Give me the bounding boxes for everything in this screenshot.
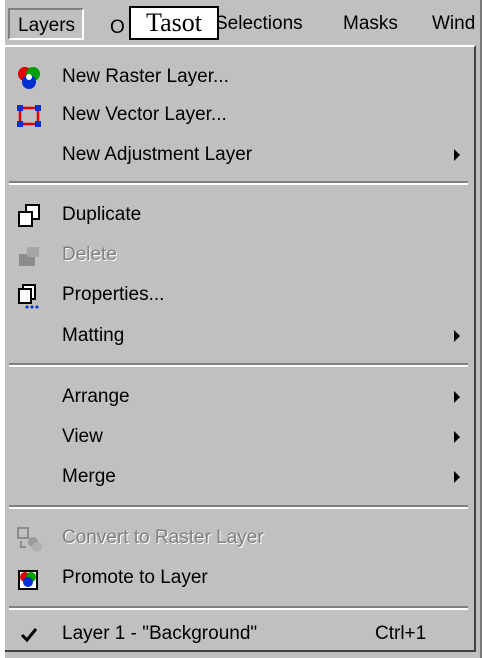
duplicate-icon (18, 204, 40, 227)
menu-item-new-vector-layer[interactable]: New Vector Layer... (5, 97, 470, 135)
menu-item-label: Properties... (62, 284, 165, 305)
menu-item-view[interactable]: View (5, 419, 470, 457)
app-window: Layers O Selections Masks Wind Tasot New… (0, 0, 482, 658)
menu-masks[interactable]: Masks (343, 10, 398, 38)
checkmark-icon (20, 628, 38, 643)
delete-icon (19, 247, 39, 266)
menu-item-label: Duplicate (62, 204, 142, 225)
tooltip: Tasot (129, 6, 219, 40)
layers-dropdown-menu: New Raster Layer... New Vector Layer... … (5, 45, 476, 652)
separator (9, 606, 468, 610)
menu-item-label: New Raster Layer... (62, 66, 229, 87)
menu-item-promote-to-layer[interactable]: Promote to Layer (5, 560, 470, 598)
menu-item-convert-to-raster-layer[interactable]: Convert to Raster Layer (5, 520, 470, 558)
submenu-arrow-icon (454, 391, 460, 403)
menu-item-label: Layer 1 - "Background" (62, 623, 258, 644)
vector-layer-icon (17, 105, 41, 127)
menu-item-delete[interactable]: Delete (5, 237, 470, 275)
menu-item-new-adjustment-layer[interactable]: New Adjustment Layer (5, 137, 470, 175)
menu-masks-label: Masks (343, 13, 398, 34)
menu-selections[interactable]: Selections (215, 10, 303, 38)
menu-item-label: Arrange (62, 386, 130, 407)
menu-selections-label: Selections (215, 13, 303, 34)
menu-item-layer-1-background[interactable]: Layer 1 - "Background" Ctrl+1 (5, 616, 470, 654)
shortcut-label: Ctrl+1 (375, 623, 427, 644)
menu-item-label: New Vector Layer... (62, 104, 227, 125)
raster-layer-icon (18, 67, 40, 89)
properties-icon (18, 284, 39, 309)
menu-layers[interactable]: Layers (8, 8, 85, 40)
submenu-arrow-icon (454, 330, 460, 342)
promote-icon (18, 570, 38, 590)
menu-partial[interactable]: O (110, 14, 125, 42)
menu-window[interactable]: Wind (432, 10, 475, 38)
separator (9, 181, 468, 185)
menu-item-label: New Adjustment Layer (62, 144, 253, 165)
convert-icon (17, 527, 42, 552)
menu-partial-label: O (110, 17, 125, 38)
menu-layers-label: Layers (18, 15, 76, 36)
separator (9, 363, 468, 367)
menu-window-label: Wind (432, 13, 476, 34)
menu-item-label: Delete (62, 244, 117, 265)
menubar: Layers O Selections Masks Wind Tasot (5, 0, 482, 45)
separator (9, 505, 468, 509)
menu-item-duplicate[interactable]: Duplicate (5, 197, 470, 235)
submenu-arrow-icon (454, 431, 460, 443)
submenu-arrow-icon (454, 471, 460, 483)
menu-item-label: Convert to Raster Layer (62, 527, 264, 548)
menu-item-arrange[interactable]: Arrange (5, 379, 470, 417)
menu-item-matting[interactable]: Matting (5, 318, 470, 356)
menu-item-properties[interactable]: Properties... (5, 277, 470, 315)
menu-item-label: Merge (62, 466, 116, 487)
menu-item-label: Promote to Layer (62, 567, 208, 588)
submenu-arrow-icon (454, 149, 460, 161)
menu-item-merge[interactable]: Merge (5, 459, 470, 497)
menu-item-label: Matting (62, 325, 125, 346)
menu-item-new-raster-layer[interactable]: New Raster Layer... (5, 59, 470, 97)
menu-item-label: View (62, 426, 103, 447)
